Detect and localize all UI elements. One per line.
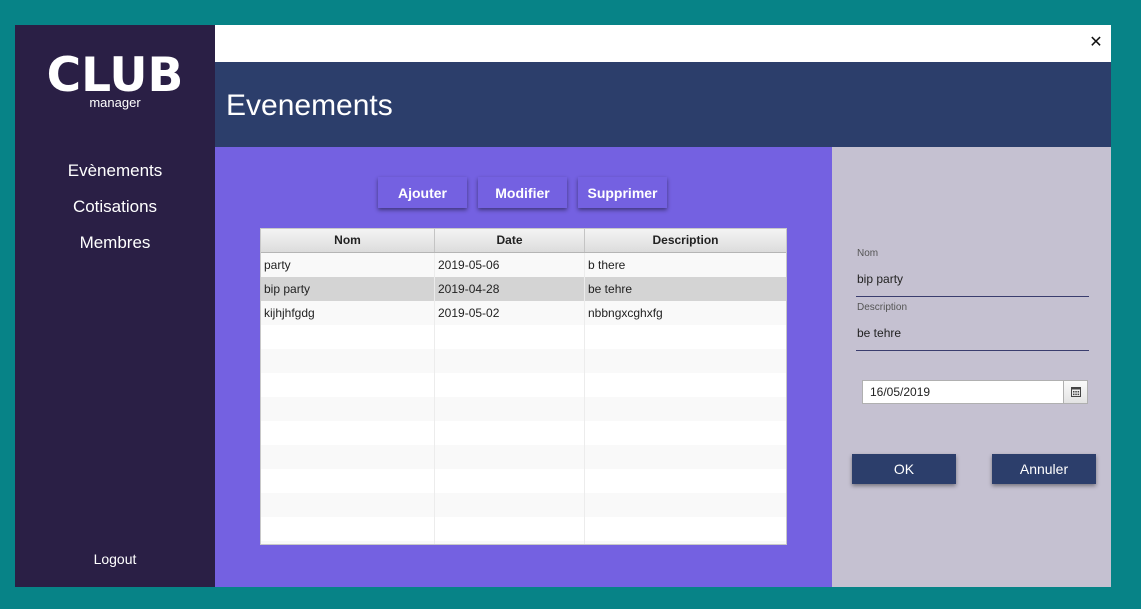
date-input[interactable]: 16/05/2019 — [863, 381, 1063, 403]
page-title: Evenements — [226, 89, 393, 122]
nom-field[interactable]: bip party — [856, 269, 1089, 297]
empty-row — [261, 373, 786, 397]
column-header-description[interactable]: Description — [585, 229, 786, 252]
logo-subtitle: manager — [89, 95, 141, 110]
sidebar-item-evenements[interactable]: Evènements — [15, 153, 215, 189]
cell-date: 2019-05-06 — [435, 253, 585, 277]
description-label: Description — [857, 302, 908, 313]
content: Ajouter Modifier Supprimer Nom Date Desc… — [215, 147, 1111, 587]
edit-button[interactable]: Modifier — [478, 177, 567, 208]
close-icon[interactable]: ✕ — [1087, 33, 1105, 51]
sidebar: CLUB manager Evènements Cotisations Memb… — [15, 25, 215, 587]
page-header: Evenements — [215, 62, 1111, 147]
calendar-icon[interactable] — [1063, 381, 1087, 403]
cell-nom: party — [261, 253, 435, 277]
cell-nom: bip party — [261, 277, 435, 301]
empty-row — [261, 469, 786, 493]
table-header: Nom Date Description — [261, 229, 786, 253]
table-body: party 2019-05-06 b there bip party 2019-… — [261, 253, 786, 544]
logo-title: CLUB — [46, 48, 184, 103]
ok-button[interactable]: OK — [852, 454, 956, 484]
main-area: ✕ Evenements Ajouter Modifier Supprimer … — [215, 25, 1111, 587]
cell-description: b there — [588, 258, 626, 272]
logout-link[interactable]: Logout — [15, 551, 215, 567]
empty-row — [261, 445, 786, 469]
date-picker[interactable]: 16/05/2019 — [862, 380, 1088, 404]
sidebar-item-cotisations[interactable]: Cotisations — [15, 189, 215, 225]
cell-date: 2019-05-02 — [435, 301, 585, 325]
add-button[interactable]: Ajouter — [378, 177, 467, 208]
empty-row — [261, 517, 786, 541]
toolbar: Ajouter Modifier Supprimer — [378, 177, 667, 208]
delete-button[interactable]: Supprimer — [578, 177, 667, 208]
nom-label: Nom — [857, 248, 879, 259]
empty-row — [261, 325, 786, 349]
events-panel: Ajouter Modifier Supprimer Nom Date Desc… — [215, 147, 832, 587]
cell-description: be tehre — [588, 282, 633, 296]
empty-row — [261, 421, 786, 445]
logo: CLUB manager — [15, 48, 215, 110]
column-header-nom[interactable]: Nom — [261, 229, 435, 252]
edit-panel: Nom bip party Description be tehre 16/05… — [832, 147, 1111, 587]
table-row[interactable]: party 2019-05-06 b there — [261, 253, 786, 277]
events-table[interactable]: Nom Date Description party 2019-05-06 b … — [260, 228, 787, 545]
window-titlebar: ✕ — [215, 25, 1111, 62]
table-row[interactable]: kijhjhfgdg 2019-05-02 nbbngxcghxfg — [261, 301, 786, 325]
cell-description: nbbngxcghxfg — [588, 306, 663, 320]
table-row[interactable]: bip party 2019-04-28 be tehre — [261, 277, 786, 301]
cell-date: 2019-04-28 — [435, 277, 585, 301]
empty-row — [261, 493, 786, 517]
empty-row — [261, 541, 786, 544]
empty-row — [261, 397, 786, 421]
description-field[interactable]: be tehre — [856, 323, 1089, 351]
cell-nom: kijhjhfgdg — [261, 301, 435, 325]
cancel-button[interactable]: Annuler — [992, 454, 1096, 484]
empty-row — [261, 349, 786, 373]
app-window: CLUB manager Evènements Cotisations Memb… — [15, 25, 1111, 587]
column-header-date[interactable]: Date — [435, 229, 585, 252]
sidebar-item-membres[interactable]: Membres — [15, 225, 215, 261]
sidebar-nav: Evènements Cotisations Membres — [15, 153, 215, 261]
